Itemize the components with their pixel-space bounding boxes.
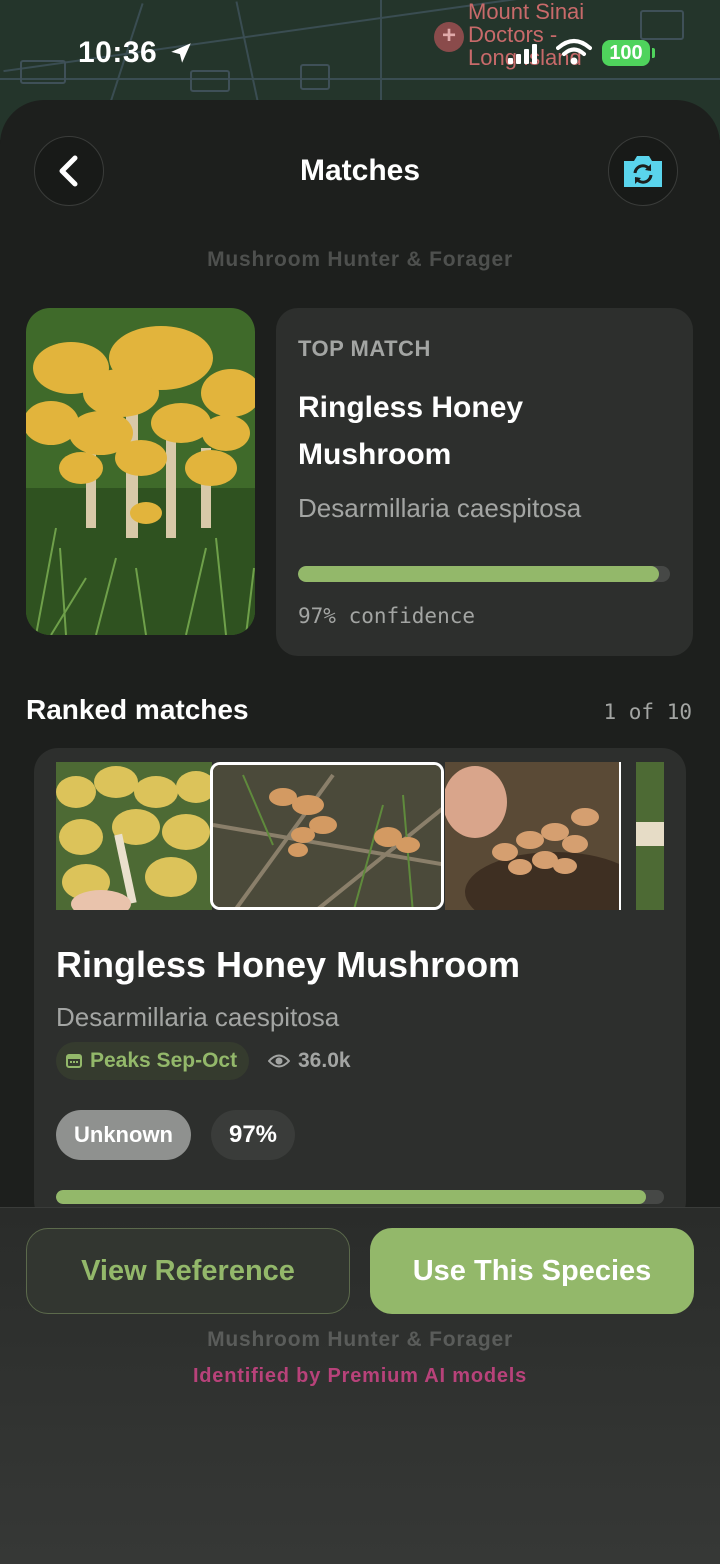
top-match-photo[interactable] xyxy=(26,308,255,635)
ranked-match-common-name: Ringless Honey Mushroom xyxy=(56,944,521,985)
top-match-scientific-name: Desarmillaria caespitosa xyxy=(298,493,582,523)
wifi-icon xyxy=(556,39,592,65)
ranked-matches-heading: Ranked matches xyxy=(26,694,249,725)
reference-photo[interactable] xyxy=(56,762,212,910)
reference-photo-selected[interactable] xyxy=(210,762,444,910)
calendar-icon xyxy=(66,1054,82,1068)
ranked-match-scientific-name: Desarmillaria caespitosa xyxy=(56,1002,340,1032)
eye-icon xyxy=(268,1054,290,1068)
cellular-signal-icon xyxy=(508,44,537,64)
top-match-confidence-bar xyxy=(298,566,670,582)
top-match-card[interactable]: TOP MATCH Ringless Honey Mushroom Desarm… xyxy=(276,308,693,656)
ranked-match-card[interactable]: Ringless Honey Mushroom Desarmillaria ca… xyxy=(34,748,686,1225)
status-time: 10:36 xyxy=(78,36,158,69)
camera-rotate-icon xyxy=(624,156,662,187)
footer-app-name: Mushroom Hunter & Forager xyxy=(207,1328,513,1351)
top-match-common-name: Ringless Honey Mushroom xyxy=(298,391,524,471)
app-subtitle: Mushroom Hunter & Forager xyxy=(207,248,513,271)
ranked-confidence-bar xyxy=(56,1190,664,1204)
view-reference-button[interactable]: View Reference xyxy=(26,1228,350,1314)
reference-photo[interactable] xyxy=(636,762,664,910)
reference-photo-strip[interactable] xyxy=(56,762,664,910)
edibility-status-badge: Unknown xyxy=(56,1110,191,1160)
retake-photo-button[interactable] xyxy=(608,136,678,206)
match-percent-badge: 97% xyxy=(211,1110,295,1160)
battery-tip xyxy=(652,48,655,58)
season-label: Peaks Sep-Oct xyxy=(90,1049,238,1072)
reference-photo[interactable] xyxy=(445,762,621,910)
view-count: 36.0k xyxy=(268,1042,351,1080)
use-this-species-button[interactable]: Use This Species xyxy=(370,1228,694,1314)
hospital-pin-icon: + xyxy=(434,22,464,52)
ranked-position-counter: 1 of 10 xyxy=(603,700,692,724)
battery-indicator: 100 xyxy=(602,40,650,66)
footer-ai-credit: Identified by Premium AI models xyxy=(192,1365,528,1387)
view-count-label: 36.0k xyxy=(298,1049,351,1072)
bottom-action-bar: View Reference Use This Species Mushroom… xyxy=(0,1207,720,1564)
top-match-tag: TOP MATCH xyxy=(298,336,431,361)
confidence-bar-fill xyxy=(298,566,659,582)
confidence-bar-fill xyxy=(56,1190,646,1204)
season-badge: Peaks Sep-Oct xyxy=(56,1042,250,1080)
top-match-confidence-label: 97% confidence xyxy=(298,604,476,628)
location-arrow-icon xyxy=(171,43,191,63)
